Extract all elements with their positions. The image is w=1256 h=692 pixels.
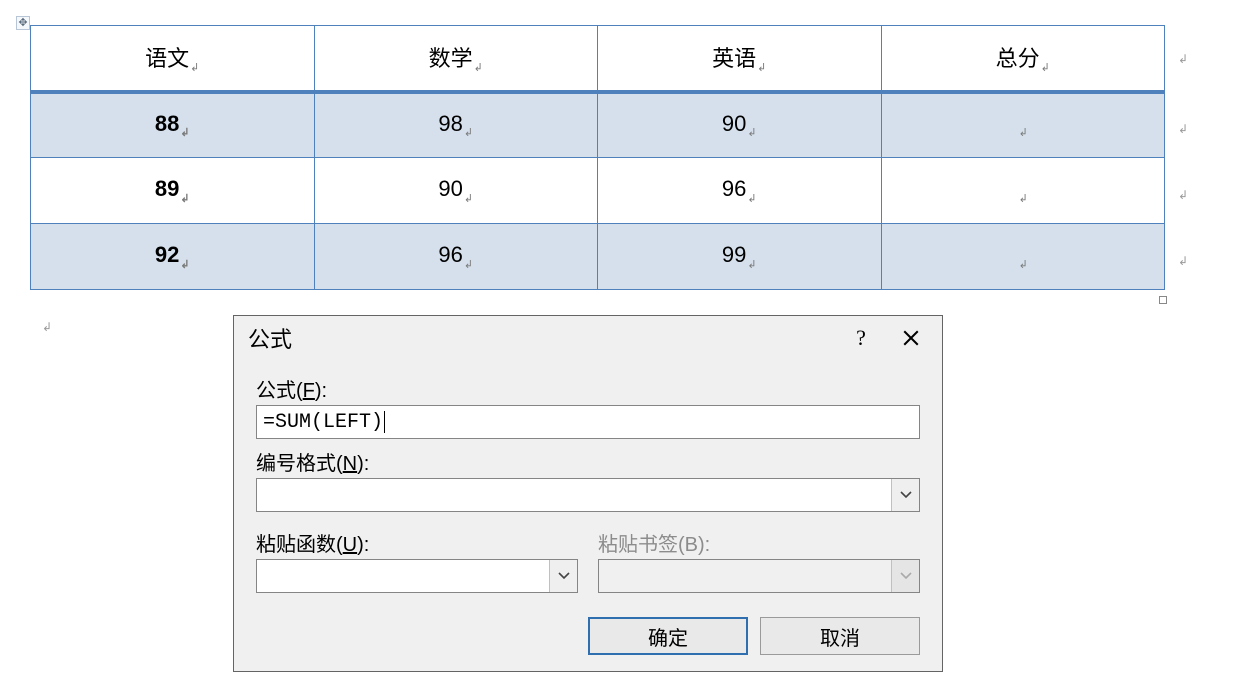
cell[interactable]: 90↲	[598, 92, 882, 158]
table-anchor-icon[interactable]: ✥	[16, 16, 30, 30]
formula-input[interactable]: =SUM(LEFT)	[256, 405, 920, 439]
row-end-mark-icon: ↲	[1178, 188, 1188, 202]
formula-label: 公式(F):	[256, 374, 920, 403]
close-button[interactable]	[886, 318, 936, 358]
cell[interactable]: 92↲	[31, 224, 315, 290]
para-mark-icon: ↲	[747, 127, 756, 139]
cell[interactable]: 99↲	[598, 224, 882, 290]
chevron-down-icon	[900, 572, 912, 580]
paste-bookmark-label: 粘贴书签(B):	[598, 528, 920, 557]
col-header-total[interactable]: 总分↲	[881, 26, 1165, 92]
paste-function-value	[257, 560, 549, 592]
para-mark-icon: ↲	[747, 259, 756, 271]
dialog-body: 公式(F): =SUM(LEFT) 编号格式(N): 粘贴函数(U):	[234, 360, 942, 671]
para-mark-icon: ↲	[1019, 193, 1028, 205]
para-mark-icon: ↲	[464, 127, 473, 139]
text-caret-icon	[384, 411, 385, 433]
cell[interactable]: 89↲	[31, 158, 315, 224]
para-mark-icon: ↲	[474, 62, 483, 74]
para-mark-icon: ↲	[180, 193, 189, 205]
chevron-down-icon	[558, 572, 570, 580]
table-row: 88↲ 98↲ 90↲ ↲	[31, 92, 1165, 158]
table-resize-handle-icon[interactable]	[1159, 296, 1167, 304]
para-mark-icon: ↲	[180, 259, 189, 271]
cancel-button[interactable]: 取消	[760, 617, 920, 655]
para-mark-icon: ↲	[1019, 127, 1028, 139]
para-mark-icon: ↲	[1041, 62, 1050, 74]
table-row: 92↲ 96↲ 99↲ ↲	[31, 224, 1165, 290]
col-header-english[interactable]: 英语↲	[598, 26, 882, 92]
paste-bookmark-combo	[598, 559, 920, 593]
paste-bookmark-dropdown-button	[891, 560, 919, 592]
cell[interactable]: 90↲	[314, 158, 598, 224]
para-mark-icon: ↲	[1019, 259, 1028, 271]
para-mark-icon: ↲	[42, 320, 52, 334]
col-header-math[interactable]: 数学↲	[314, 26, 598, 92]
cell[interactable]: 88↲	[31, 92, 315, 158]
row-end-mark-icon: ↲	[1178, 122, 1188, 136]
cell[interactable]: 98↲	[314, 92, 598, 158]
number-format-dropdown-button[interactable]	[891, 479, 919, 511]
para-mark-icon: ↲	[190, 62, 199, 74]
cell[interactable]: ↲	[881, 92, 1165, 158]
cell[interactable]: ↲	[881, 224, 1165, 290]
number-format-combo[interactable]	[256, 478, 920, 512]
grades-table: 语文↲ 数学↲ 英语↲ 总分↲ 88↲ 98↲ 90↲ ↲ 89↲ 90↲ 96…	[30, 25, 1165, 290]
dialog-title-text: 公式	[248, 322, 292, 354]
paste-function-dropdown-button[interactable]	[549, 560, 577, 592]
formula-value: =SUM(LEFT)	[263, 411, 383, 434]
row-end-mark-icon: ↲	[1178, 254, 1188, 268]
chevron-down-icon	[900, 491, 912, 499]
number-format-value	[257, 479, 891, 511]
para-mark-icon: ↲	[757, 62, 766, 74]
ok-button[interactable]: 确定	[588, 617, 748, 655]
formula-dialog: 公式 ? 公式(F): =SUM(LEFT) 编号格式(N): 粘贴函数(U):	[233, 315, 943, 672]
para-mark-icon: ↲	[180, 127, 189, 139]
para-mark-icon: ↲	[747, 193, 756, 205]
close-icon	[902, 329, 920, 347]
paste-bookmark-value	[599, 560, 891, 592]
col-header-chinese[interactable]: 语文↲	[31, 26, 315, 92]
grades-table-wrap: 语文↲ 数学↲ 英语↲ 总分↲ 88↲ 98↲ 90↲ ↲ 89↲ 90↲ 96…	[30, 25, 1165, 290]
table-row: 89↲ 90↲ 96↲ ↲	[31, 158, 1165, 224]
table-header-row: 语文↲ 数学↲ 英语↲ 总分↲	[31, 26, 1165, 92]
paste-function-label: 粘贴函数(U):	[256, 528, 578, 557]
cell[interactable]: 96↲	[598, 158, 882, 224]
number-format-label: 编号格式(N):	[256, 447, 920, 476]
help-button[interactable]: ?	[836, 318, 886, 358]
paste-function-combo[interactable]	[256, 559, 578, 593]
cell[interactable]: ↲	[881, 158, 1165, 224]
cell[interactable]: 96↲	[314, 224, 598, 290]
row-end-mark-icon: ↲	[1178, 52, 1188, 66]
dialog-titlebar[interactable]: 公式 ?	[234, 316, 942, 360]
para-mark-icon: ↲	[464, 259, 473, 271]
para-mark-icon: ↲	[464, 193, 473, 205]
